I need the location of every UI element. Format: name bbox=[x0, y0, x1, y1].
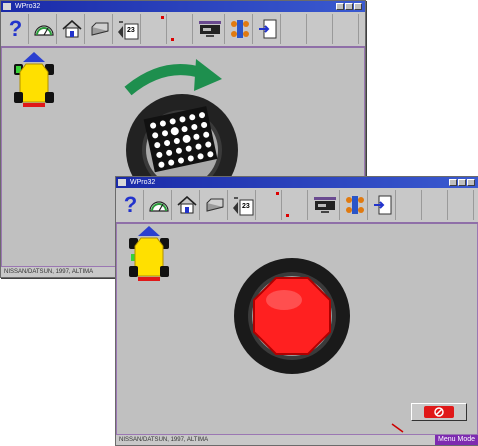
window-title: WPro32 bbox=[15, 3, 41, 10]
toolbar-slot[interactable] bbox=[309, 14, 333, 44]
monitor-icon bbox=[198, 21, 221, 37]
print-button[interactable] bbox=[202, 190, 228, 220]
document-button[interactable] bbox=[255, 14, 281, 44]
minimize-button[interactable] bbox=[449, 179, 457, 186]
close-button[interactable] bbox=[354, 3, 362, 10]
minimize-button[interactable] bbox=[336, 3, 344, 10]
toolbar-slot[interactable] bbox=[258, 190, 282, 220]
gauge-button[interactable] bbox=[31, 14, 57, 44]
window-controls bbox=[449, 179, 475, 186]
sensor-button[interactable] bbox=[342, 190, 368, 220]
home-icon bbox=[61, 20, 82, 38]
indicator-dot bbox=[161, 16, 164, 19]
help-icon: ? bbox=[123, 192, 138, 217]
window-controls bbox=[336, 3, 362, 10]
toolbar-slot[interactable] bbox=[284, 190, 308, 220]
monitor-button[interactable] bbox=[310, 190, 340, 220]
calendar-button[interactable]: 23 bbox=[115, 14, 141, 44]
stop-button[interactable] bbox=[411, 403, 467, 421]
app-icon bbox=[118, 179, 126, 186]
toolbar-slot[interactable] bbox=[424, 190, 448, 220]
monitor-button[interactable] bbox=[195, 14, 225, 44]
indicator-dot bbox=[286, 214, 289, 217]
indicator-dot bbox=[276, 192, 279, 195]
home-button[interactable] bbox=[174, 190, 200, 220]
toolbar-slot[interactable] bbox=[169, 14, 193, 44]
title-bar: WPro32 bbox=[116, 177, 478, 188]
maximize-button[interactable] bbox=[458, 179, 466, 186]
app-icon bbox=[3, 3, 11, 10]
stop-icon bbox=[424, 406, 454, 418]
sensor-icon bbox=[345, 196, 364, 214]
toolbar-slot[interactable] bbox=[143, 14, 167, 44]
wheel-target-image bbox=[126, 94, 238, 182]
window-title: WPro32 bbox=[130, 179, 156, 186]
help-button[interactable]: ? bbox=[3, 14, 29, 44]
pen-icon bbox=[391, 423, 404, 433]
sensor-icon bbox=[230, 20, 249, 38]
toolbar-slot[interactable] bbox=[335, 14, 359, 44]
help-icon: ? bbox=[8, 16, 23, 41]
vehicle-diagram bbox=[14, 52, 54, 107]
printer-icon bbox=[91, 22, 108, 36]
status-bar: NISSAN/DATSUN, 1997, ALTIMA bbox=[116, 434, 478, 445]
calendar-day: 23 bbox=[127, 27, 135, 34]
toolbar: ? 23 bbox=[1, 12, 365, 48]
print-button[interactable] bbox=[87, 14, 113, 44]
wheel-stop-image bbox=[234, 258, 350, 374]
gauge-icon bbox=[148, 201, 169, 212]
gauge-icon bbox=[33, 25, 54, 36]
toolbar-slot[interactable] bbox=[398, 190, 422, 220]
document-button[interactable] bbox=[370, 190, 396, 220]
vehicle-diagram bbox=[129, 226, 169, 281]
foreground-app-window: WPro32 ? 23 NISSAN/DATSUN, 1997, ALTIMA … bbox=[115, 176, 478, 446]
main-view bbox=[116, 224, 478, 435]
gauge-button[interactable] bbox=[146, 190, 172, 220]
toolbar-slot[interactable] bbox=[450, 190, 474, 220]
calendar-button[interactable]: 23 bbox=[230, 190, 256, 220]
toolbar-slot[interactable] bbox=[283, 14, 307, 44]
printer-icon bbox=[206, 198, 223, 212]
home-icon bbox=[176, 196, 197, 214]
close-button[interactable] bbox=[467, 179, 475, 186]
rotate-direction-arrow-icon bbox=[124, 59, 222, 96]
sensor-button[interactable] bbox=[227, 14, 253, 44]
document-icon bbox=[373, 195, 391, 215]
document-icon bbox=[258, 19, 276, 39]
home-button[interactable] bbox=[59, 14, 85, 44]
mode-badge: Menu Mode bbox=[435, 435, 478, 445]
monitor-icon bbox=[313, 197, 336, 213]
toolbar: ? 23 bbox=[116, 188, 478, 224]
indicator-dot bbox=[171, 38, 174, 41]
help-button[interactable]: ? bbox=[118, 190, 144, 220]
title-bar: WPro32 bbox=[1, 1, 365, 12]
calendar-day: 23 bbox=[242, 203, 250, 210]
maximize-button[interactable] bbox=[345, 3, 353, 10]
